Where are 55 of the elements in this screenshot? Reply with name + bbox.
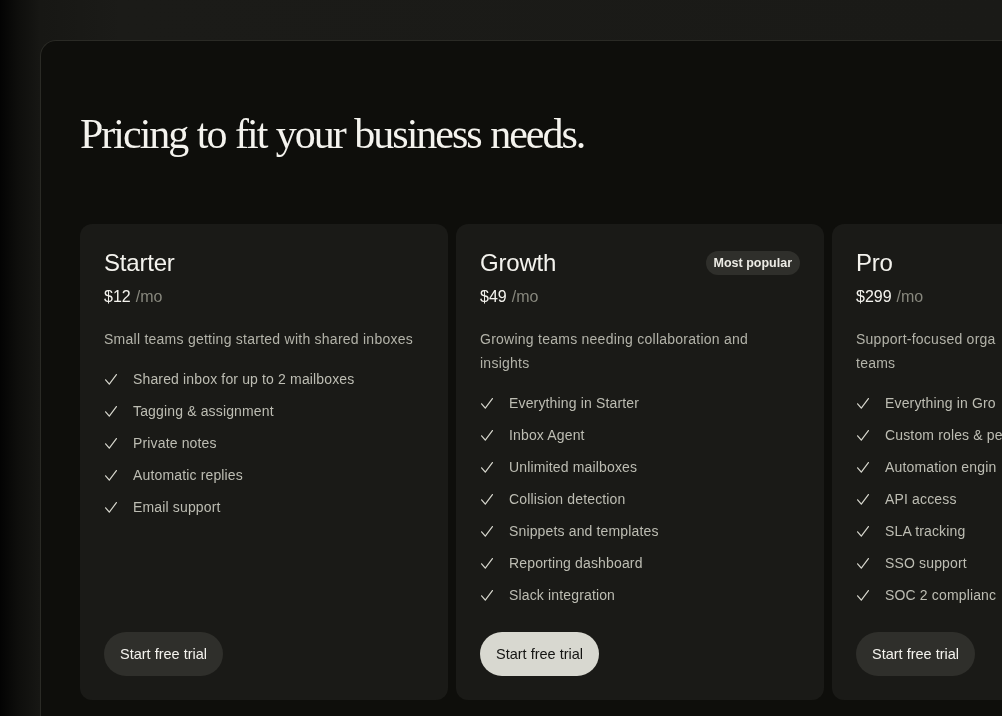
feature-text: SOC 2 complianc	[885, 587, 997, 603]
price-period: /mo	[511, 287, 539, 307]
feature-text: API access	[885, 491, 957, 507]
check-icon	[105, 501, 117, 513]
plan-name: Pro	[856, 248, 893, 278]
check-icon	[857, 557, 869, 569]
plan-description: Small teams getting started with shared inboxes	[104, 330, 414, 349]
check-icon	[481, 589, 493, 601]
check-icon	[857, 589, 869, 601]
plan-price: $299	[856, 287, 892, 307]
check-icon	[481, 525, 493, 537]
check-icon	[857, 397, 869, 409]
feature-text: Inbox Agent	[509, 427, 585, 443]
feature-text: Automatic replies	[133, 467, 243, 483]
check-icon	[481, 557, 493, 569]
start-trial-button[interactable]: Start free trial	[104, 632, 224, 676]
plan-price: $12	[104, 287, 131, 307]
feature-text: Automation engin	[885, 459, 997, 475]
feature-text: Email support	[133, 499, 221, 515]
feature-text: Shared inbox for up to 2 mailboxes	[133, 371, 355, 387]
start-trial-button[interactable]: Start free trial	[480, 632, 600, 676]
check-icon	[481, 461, 493, 473]
plan-description: Support-focused orga teams	[856, 330, 997, 373]
check-icon	[857, 429, 869, 441]
check-icon	[857, 461, 869, 473]
feature-text: Private notes	[133, 435, 217, 451]
plan-name: Growth	[480, 248, 557, 278]
feature-text: Reporting dashboard	[509, 555, 643, 571]
price-period: /mo	[135, 287, 163, 307]
check-icon	[105, 373, 117, 385]
check-icon	[105, 437, 117, 449]
feature-text: Everything in Starter	[509, 395, 639, 411]
check-icon	[857, 493, 869, 505]
feature-text: Snippets and templates	[509, 523, 659, 539]
feature-text: Custom roles & pe	[885, 427, 1002, 443]
check-icon	[481, 429, 493, 441]
feature-text: SSO support	[885, 555, 967, 571]
feature-text: Unlimited mailboxes	[509, 459, 638, 475]
check-icon	[481, 397, 493, 409]
feature-text: Collision detection	[509, 491, 626, 507]
plan-name: Starter	[104, 248, 175, 278]
start-trial-button[interactable]: Start free trial	[856, 632, 976, 676]
plan-price: $49	[480, 287, 507, 307]
check-icon	[857, 525, 869, 537]
check-icon	[105, 405, 117, 417]
page-heading: Pricing to fit your business needs.	[80, 110, 585, 159]
feature-text: Slack integration	[509, 587, 616, 603]
plan-description: Growing teams needing collaboration and insights	[480, 330, 750, 373]
check-icon	[105, 469, 117, 481]
price-period: /mo	[896, 287, 924, 307]
feature-text: Everything in Gro	[885, 395, 996, 411]
check-icon	[481, 493, 493, 505]
feature-text: Tagging & assignment	[133, 403, 274, 419]
popular-badge: Most popular	[705, 251, 800, 275]
feature-text: SLA tracking	[885, 523, 966, 539]
